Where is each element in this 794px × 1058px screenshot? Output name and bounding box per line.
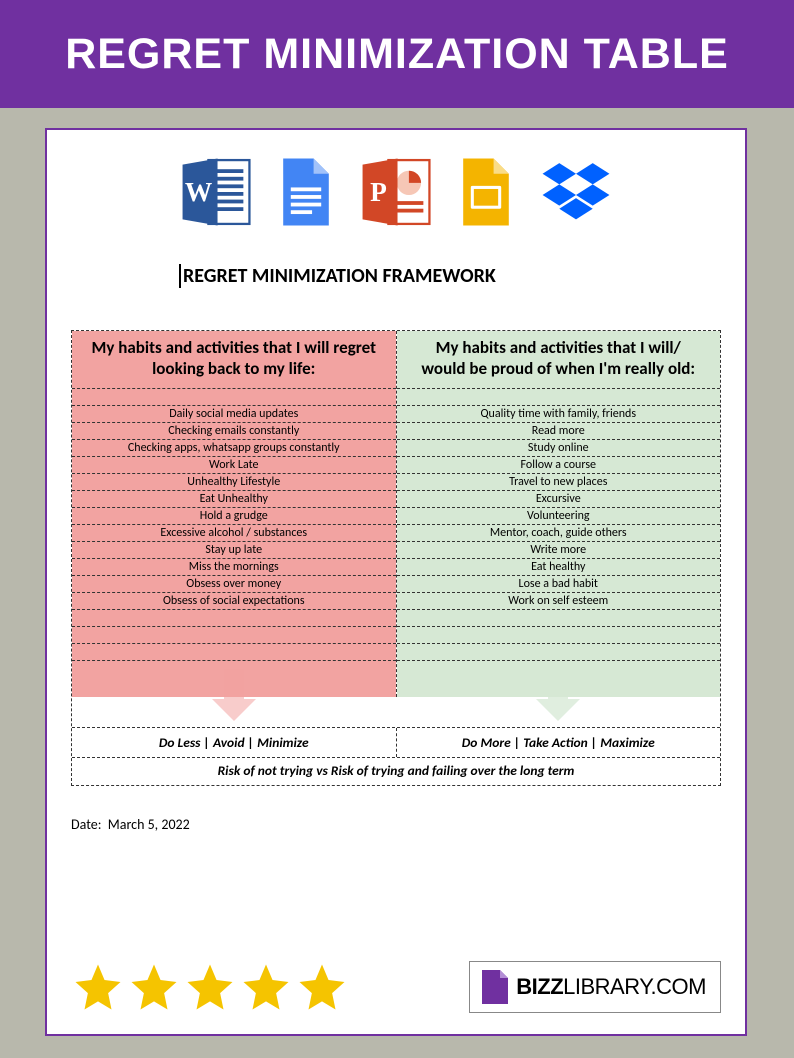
proud-item: Lose a bad habit: [397, 576, 721, 593]
regret-item: Obsess of social expectations: [72, 593, 396, 610]
regret-item: Excessive alcohol / substances: [72, 525, 396, 542]
proud-column-header: My habits and activities that I will/ wo…: [397, 331, 721, 389]
regret-item: Unhealthy Lifestyle: [72, 474, 396, 491]
proud-item: Write more: [397, 542, 721, 559]
app-icon-row: W P: [71, 154, 721, 230]
svg-text:P: P: [370, 177, 387, 207]
page-header: REGRET MINIMIZATION TABLE: [0, 0, 794, 108]
date-line: Date: March 5, 2022: [71, 816, 721, 833]
brand-text: BIZZLIBRARY.COM: [516, 974, 706, 1000]
date-value: March 5, 2022: [108, 816, 190, 833]
document-title: REGRET MINIMIZATION FRAMEWORK: [179, 264, 496, 288]
date-label: Date:: [71, 816, 101, 833]
regret-item: Hold a grudge: [72, 508, 396, 525]
regret-item: Obsess over money: [72, 576, 396, 593]
brand-badge: BIZZLIBRARY.COM: [469, 961, 721, 1013]
regret-actions: Do Less | Avoid | Minimize: [72, 728, 396, 757]
regret-column: My habits and activities that I will reg…: [72, 331, 397, 697]
proud-item: Study online: [397, 440, 721, 457]
proud-item: Quality time with family, friends: [397, 406, 721, 423]
document-icon: [480, 968, 510, 1006]
proud-item: Work on self esteem: [397, 593, 721, 610]
proud-item: Volunteering: [397, 508, 721, 525]
proud-item: Mentor, coach, guide others: [397, 525, 721, 542]
star-icon: [295, 960, 349, 1014]
proud-item: Eat healthy: [397, 559, 721, 576]
dropbox-icon: [538, 154, 614, 230]
proud-item: Travel to new places: [397, 474, 721, 491]
proud-column: My habits and activities that I will/ wo…: [397, 331, 721, 697]
gslides-icon: [448, 154, 524, 230]
risk-line: Risk of not trying vs Risk of trying and…: [72, 758, 720, 785]
proud-actions: Do More | Take Action | Maximize: [396, 728, 721, 757]
regret-item: Stay up late: [72, 542, 396, 559]
sheet-footer: BIZZLIBRARY.COM: [71, 960, 721, 1014]
star-icon: [183, 960, 237, 1014]
rating-stars: [71, 960, 349, 1014]
actions-row: Do Less | Avoid | Minimize Do More | Tak…: [72, 727, 720, 758]
svg-text:W: W: [185, 177, 212, 207]
arrow-down-icon: [204, 665, 264, 725]
arrow-down-icon: [528, 665, 588, 725]
proud-item: Excursive: [397, 491, 721, 508]
page-title: REGRET MINIMIZATION TABLE: [65, 30, 729, 79]
regret-column-header: My habits and activities that I will reg…: [72, 331, 396, 389]
regret-column-body: Daily social media updates Checking emai…: [72, 389, 396, 697]
star-icon: [127, 960, 181, 1014]
regret-item: Eat Unhealthy: [72, 491, 396, 508]
powerpoint-icon: P: [358, 154, 434, 230]
gdocs-icon: [268, 154, 344, 230]
proud-item: Follow a course: [397, 457, 721, 474]
document-sheet: W P: [45, 128, 747, 1036]
regret-item: Checking apps, whatsapp groups constantl…: [72, 440, 396, 457]
framework-table: My habits and activities that I will reg…: [71, 330, 721, 786]
star-icon: [239, 960, 293, 1014]
star-icon: [71, 960, 125, 1014]
regret-item: Work Late: [72, 457, 396, 474]
regret-item: Checking emails constantly: [72, 423, 396, 440]
proud-column-body: Quality time with family, friends Read m…: [397, 389, 721, 697]
word-icon: W: [178, 154, 254, 230]
proud-item: Read more: [397, 423, 721, 440]
regret-item: Daily social media updates: [72, 406, 396, 423]
regret-item: Miss the mornings: [72, 559, 396, 576]
